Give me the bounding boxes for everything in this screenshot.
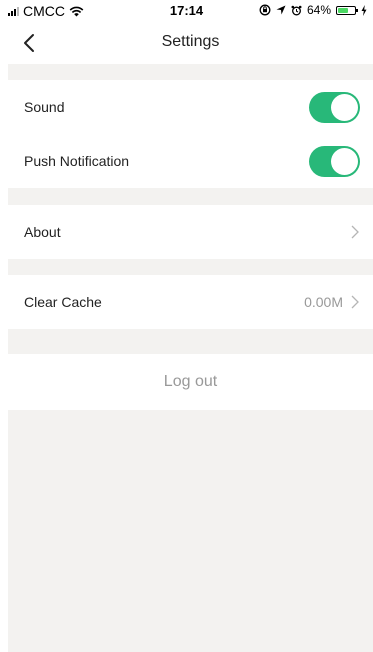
status-bar: CMCC 17:14 64% (0, 0, 373, 22)
about-group: About (8, 205, 373, 259)
toggles-group: Sound Push Notification (8, 80, 373, 188)
sound-toggle[interactable] (309, 92, 360, 123)
navigation-bar: Settings (8, 22, 373, 64)
battery-cap (356, 8, 358, 12)
charging-icon (361, 4, 367, 16)
about-label: About (24, 224, 61, 240)
status-right: 64% (259, 3, 367, 17)
settings-content: Sound Push Notification About Clear Cach… (8, 64, 373, 652)
lock-rotation-icon (259, 4, 271, 16)
alarm-icon (291, 5, 302, 15)
logout-group: Log out (8, 354, 373, 410)
settings-screen: CMCC 17:14 64% Settings Sound Push Notif… (0, 0, 373, 652)
location-icon (276, 5, 286, 15)
about-row[interactable]: About (8, 205, 373, 259)
push-notification-row: Push Notification (8, 134, 373, 188)
clear-cache-label: Clear Cache (24, 294, 102, 310)
toggle-knob (331, 94, 358, 121)
cache-group: Clear Cache 0.00M (8, 275, 373, 329)
clear-cache-row[interactable]: Clear Cache 0.00M (8, 275, 373, 329)
sound-row: Sound (8, 80, 373, 134)
page-title: Settings (161, 33, 220, 50)
battery-icon (336, 5, 358, 15)
sound-label: Sound (24, 99, 65, 115)
chevron-right-icon (351, 295, 359, 309)
battery-percent: 64% (306, 3, 331, 17)
cache-size-value: 0.00M (304, 294, 343, 310)
push-notification-toggle[interactable] (309, 146, 360, 177)
battery-fill (338, 7, 348, 13)
chevron-right-icon (351, 225, 359, 239)
logout-button[interactable]: Log out (8, 354, 373, 410)
push-notification-label: Push Notification (24, 153, 130, 169)
toggle-knob (331, 148, 358, 175)
